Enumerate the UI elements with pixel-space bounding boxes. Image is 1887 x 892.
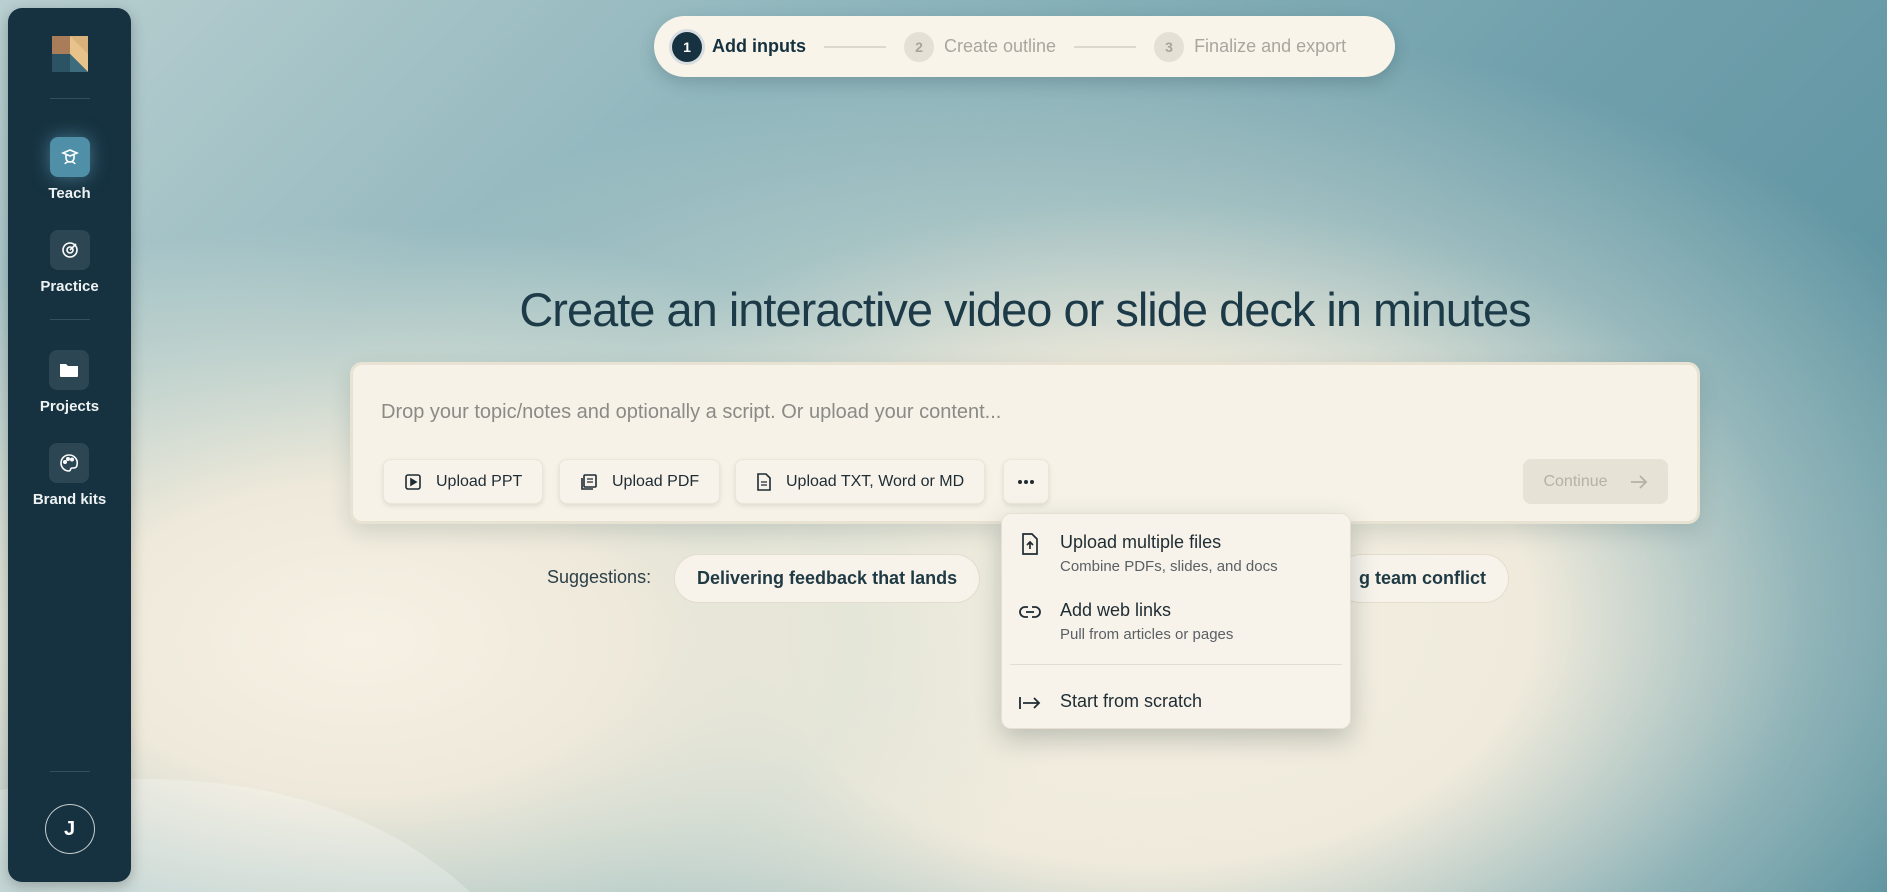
- arrow-right-icon: [1630, 474, 1647, 489]
- suggestion-chip[interactable]: Delivering feedback that lands: [674, 554, 981, 603]
- upload-ppt-button[interactable]: Upload PPT: [383, 459, 544, 504]
- upload-ppt-label: Upload PPT: [436, 472, 523, 490]
- more-horizontal-icon: [1018, 479, 1034, 484]
- menu-item-title: Upload multiple files: [1060, 532, 1222, 552]
- menu-item-title: Start from scratch: [1060, 691, 1203, 711]
- continue-button[interactable]: Continue: [1523, 459, 1668, 504]
- sidebar-item-projects[interactable]: Projects: [40, 350, 99, 415]
- suggestion-chip[interactable]: g team conflict: [1336, 554, 1510, 603]
- menu-item-title: Add web links: [1060, 600, 1172, 620]
- upload-pdf-button[interactable]: Upload PDF: [559, 459, 721, 504]
- target-icon: [49, 230, 90, 270]
- avatar[interactable]: J: [44, 804, 95, 854]
- file-upload-icon: [1018, 532, 1042, 556]
- sidebar-divider: [49, 771, 90, 772]
- step-label: Add inputs: [712, 36, 806, 56]
- menu-item-subtitle: Pull from articles or pages: [1060, 626, 1234, 643]
- step-label: Create outline: [943, 36, 1057, 56]
- sidebar-item-label: Teach: [48, 185, 91, 202]
- page-title: Create an interactive video or slide dec…: [519, 283, 1531, 336]
- link-icon: [1018, 600, 1042, 624]
- menu-item-start-from-scratch[interactable]: Start from scratch: [1018, 691, 1202, 715]
- more-options-button[interactable]: [1003, 459, 1049, 504]
- continue-label: Continue: [1543, 472, 1608, 490]
- sidebar-item-label: Practice: [40, 278, 99, 295]
- step-create-outline[interactable]: 2 Create outline: [903, 31, 1057, 62]
- menu-divider: [1010, 664, 1342, 665]
- step-number: 1: [672, 31, 702, 62]
- teach-icon: [49, 137, 90, 177]
- sidebar: Teach Practice Projects Brand kits J: [8, 8, 131, 882]
- sidebar-divider: [49, 98, 90, 99]
- sidebar-item-brand-kits[interactable]: Brand kits: [33, 443, 106, 508]
- more-options-menu: Upload multiple files Combine PDFs, slid…: [1001, 513, 1351, 729]
- step-connector: [1074, 45, 1137, 48]
- step-number: 3: [1154, 31, 1185, 62]
- topic-input[interactable]: Drop your topic/notes and optionally a s…: [381, 401, 1001, 424]
- sidebar-divider: [49, 319, 90, 320]
- suggestions-label: Suggestions:: [547, 567, 652, 587]
- progress-stepper: 1 Add inputs 2 Create outline 3 Finalize…: [654, 16, 1395, 77]
- content-input-card: Drop your topic/notes and optionally a s…: [350, 362, 1700, 524]
- upload-pdf-label: Upload PDF: [612, 472, 700, 490]
- step-connector: [823, 45, 886, 48]
- folder-icon: [49, 350, 90, 390]
- pdf-icon: [581, 473, 597, 490]
- menu-item-upload-multiple[interactable]: Upload multiple files Combine PDFs, slid…: [1018, 532, 1278, 575]
- upload-txt-label: Upload TXT, Word or MD: [786, 472, 965, 490]
- step-number: 2: [903, 31, 934, 62]
- palette-icon: [49, 443, 90, 483]
- document-icon: [757, 472, 771, 491]
- sidebar-item-teach[interactable]: Teach: [48, 137, 91, 202]
- step-add-inputs[interactable]: 1 Add inputs: [672, 31, 806, 62]
- upload-txt-button[interactable]: Upload TXT, Word or MD: [735, 459, 986, 504]
- menu-item-add-web-links[interactable]: Add web links Pull from articles or page…: [1018, 600, 1233, 643]
- arrow-to-line-icon: [1018, 691, 1042, 715]
- play-square-icon: [405, 473, 421, 490]
- step-finalize-export[interactable]: 3 Finalize and export: [1154, 31, 1347, 62]
- sidebar-item-label: Brand kits: [32, 491, 107, 508]
- app-logo[interactable]: [51, 36, 88, 72]
- step-label: Finalize and export: [1194, 36, 1347, 56]
- sidebar-item-practice[interactable]: Practice: [40, 230, 99, 295]
- menu-item-subtitle: Combine PDFs, slides, and docs: [1060, 558, 1278, 575]
- sidebar-item-label: Projects: [39, 398, 100, 415]
